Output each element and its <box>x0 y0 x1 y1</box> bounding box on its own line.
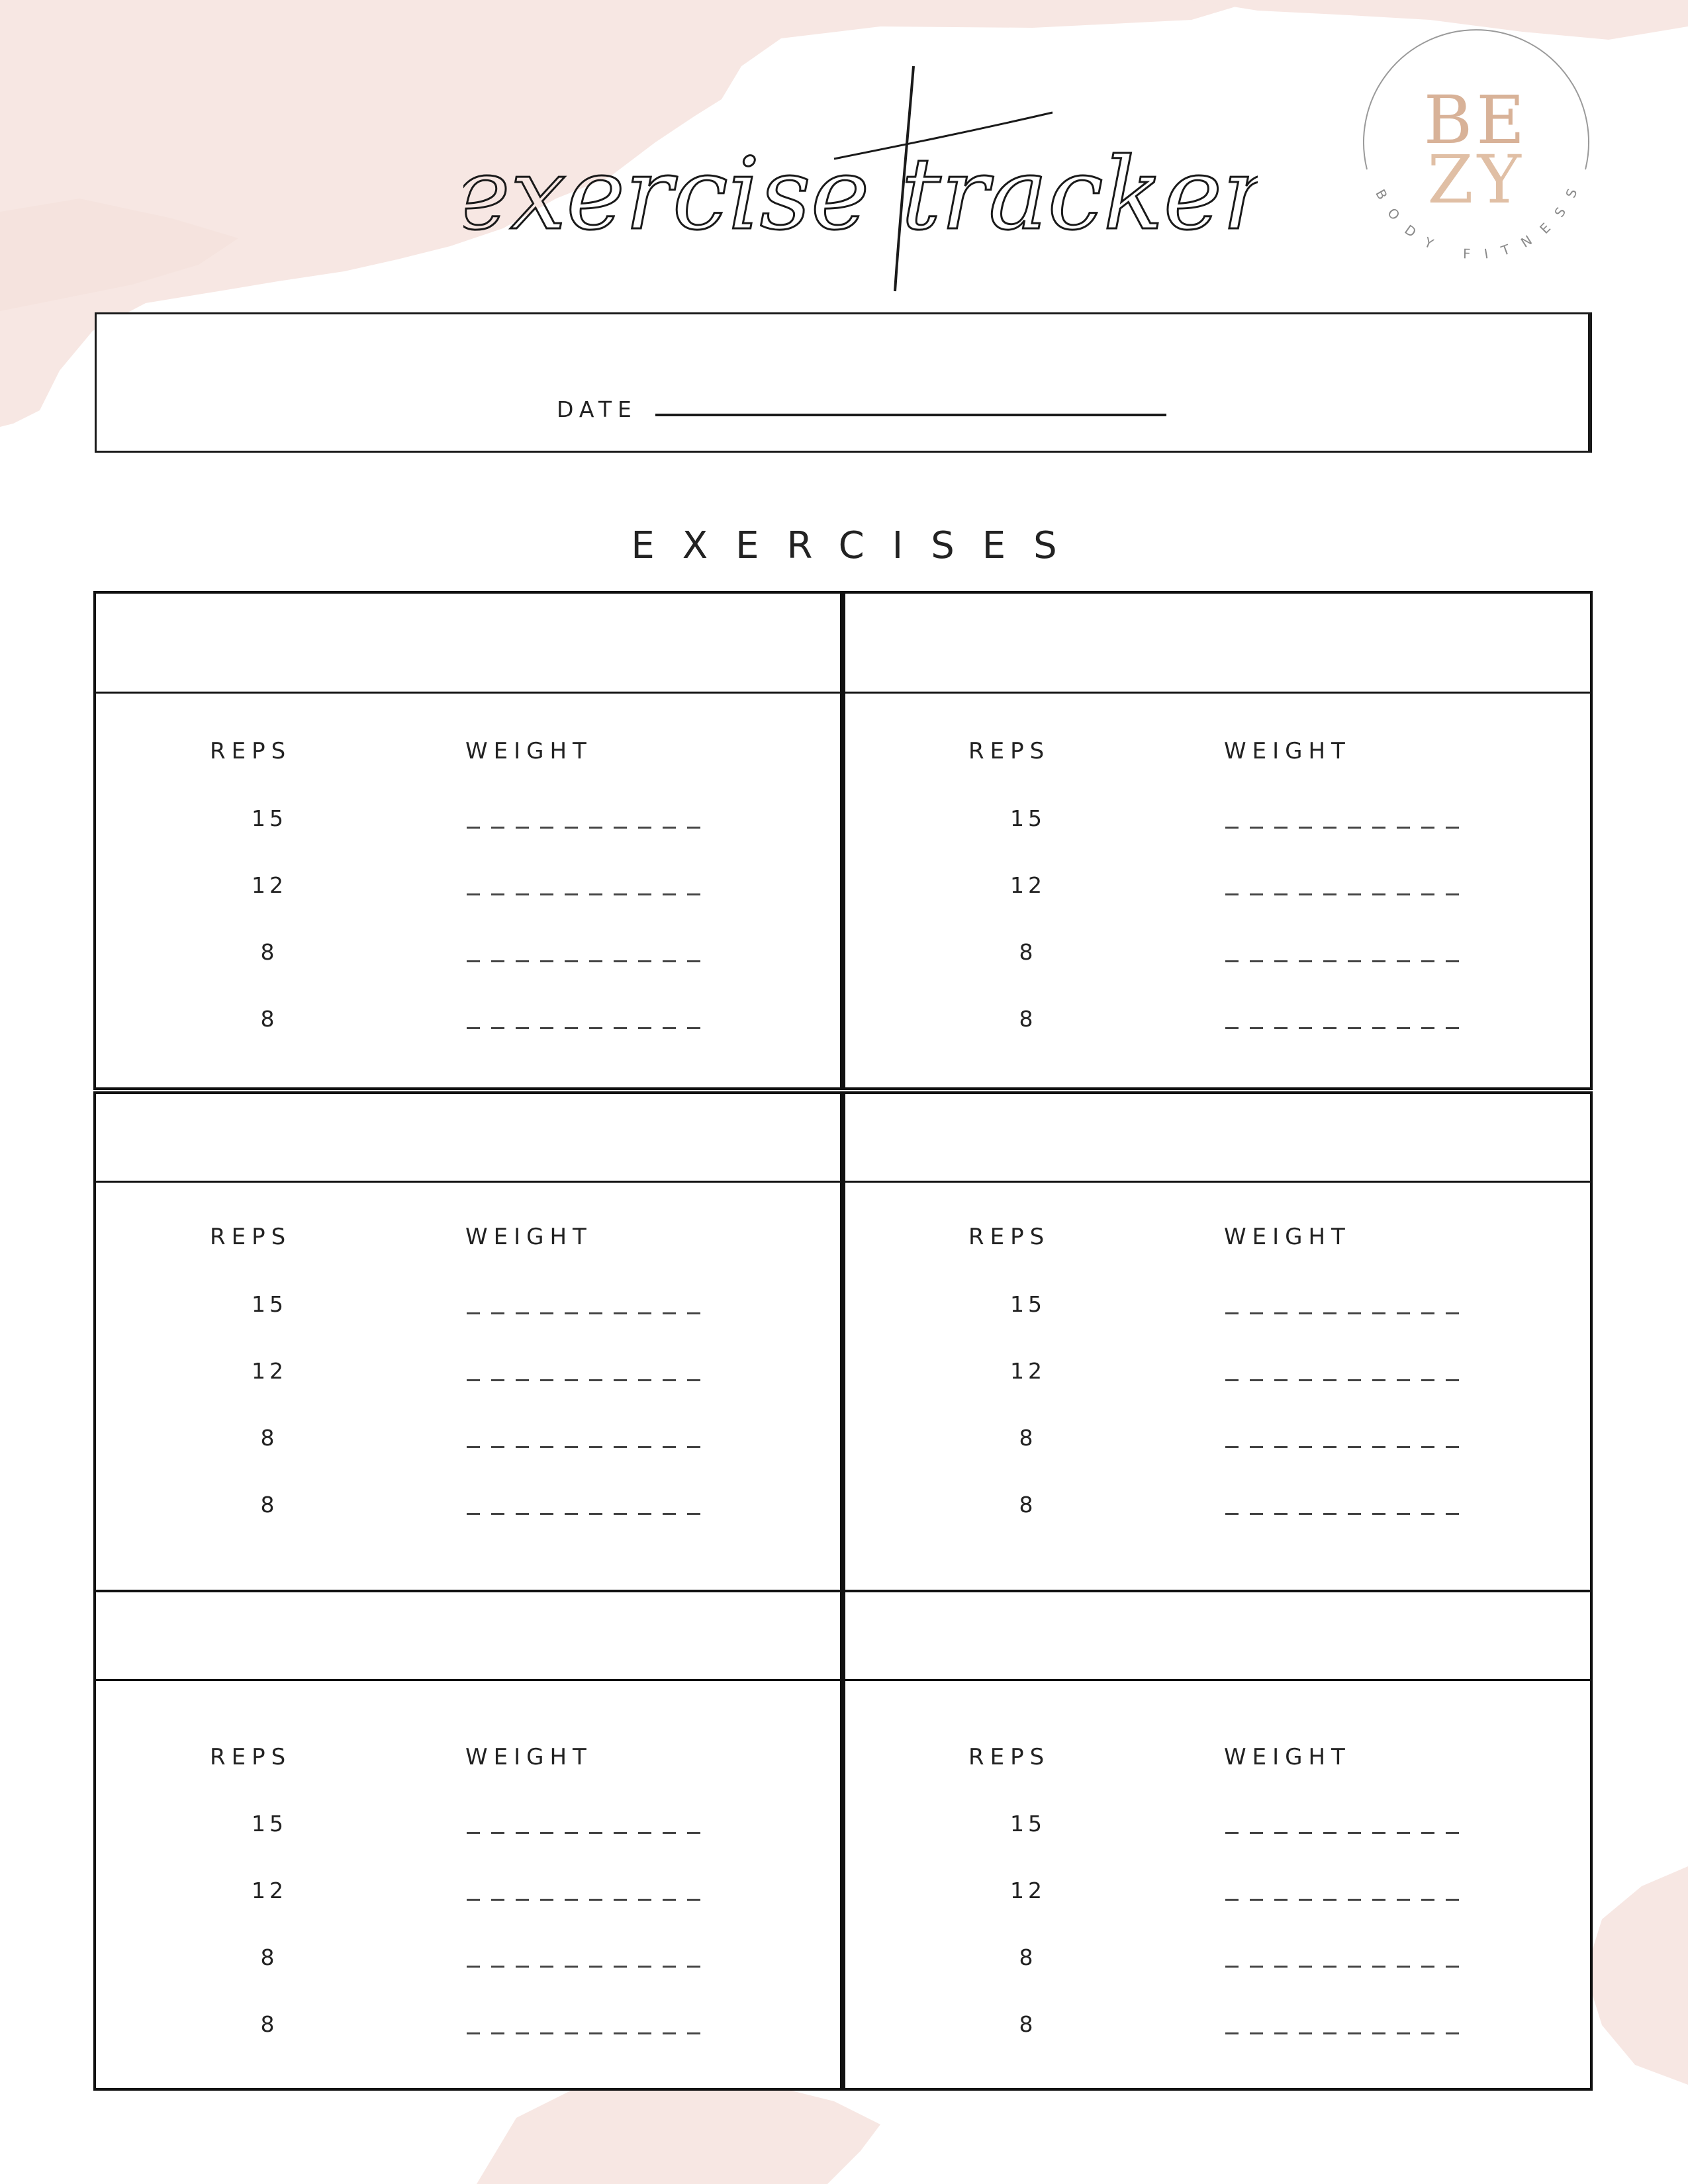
exercise-name-field[interactable] <box>96 1592 840 1681</box>
weight-input-blank[interactable] <box>467 1379 712 1381</box>
reps-value: 8 <box>1019 1492 1037 1518</box>
exercise-name-field[interactable] <box>96 1094 840 1183</box>
exercise-card: REPS WEIGHT 15 12 8 8 <box>93 591 843 1090</box>
reps-header: REPS <box>968 1744 1051 1770</box>
exercise-name-field[interactable] <box>845 1094 1590 1183</box>
reps-value: 8 <box>1019 1944 1037 1970</box>
exercise-name-field[interactable] <box>96 594 840 694</box>
logo-line-2: ZY <box>1427 141 1525 218</box>
reps-value: 8 <box>1019 939 1037 965</box>
exercises-heading: EXERCISES <box>631 524 1085 567</box>
reps-header: REPS <box>210 1224 292 1250</box>
reps-value: 8 <box>1019 1006 1037 1032</box>
date-input-line[interactable] <box>655 414 1166 416</box>
reps-value: 8 <box>260 1006 279 1032</box>
weight-input-blank[interactable] <box>467 2032 712 2034</box>
exercise-card: REPS WEIGHT 15 12 8 8 <box>843 591 1593 1090</box>
reps-value: 12 <box>1010 872 1046 898</box>
exercise-name-field[interactable] <box>845 594 1590 694</box>
weight-header: WEIGHT <box>465 1744 592 1770</box>
brush-stroke-bottom-center <box>477 2078 880 2184</box>
weight-input-blank[interactable] <box>1225 1832 1470 1834</box>
reps-value: 8 <box>260 1944 279 1970</box>
weight-input-blank[interactable] <box>1225 1027 1470 1029</box>
weight-input-blank[interactable] <box>467 1027 712 1029</box>
weight-input-blank[interactable] <box>1225 960 1470 962</box>
reps-header: REPS <box>968 1224 1051 1250</box>
reps-value: 12 <box>252 1358 287 1384</box>
reps-value: 8 <box>260 2011 279 2037</box>
weight-input-blank[interactable] <box>467 1312 712 1314</box>
brush-stroke-bottom-right <box>1585 1866 1688 2085</box>
page-title: exercise tracker <box>463 66 1258 292</box>
date-label: DATE <box>557 396 637 422</box>
weight-input-blank[interactable] <box>1225 1899 1470 1901</box>
date-box: DATE <box>95 312 1592 453</box>
weight-input-blank[interactable] <box>1225 893 1470 895</box>
reps-value: 15 <box>1010 1811 1046 1837</box>
weight-input-blank[interactable] <box>467 1513 712 1515</box>
reps-value: 15 <box>252 805 287 831</box>
weight-header: WEIGHT <box>1224 1744 1351 1770</box>
exercise-card: REPS WEIGHT 15 12 8 8 <box>93 1091 843 1592</box>
reps-value: 15 <box>1010 805 1046 831</box>
weight-input-blank[interactable] <box>467 960 712 962</box>
weight-input-blank[interactable] <box>467 1899 712 1901</box>
exercise-card: REPS WEIGHT 15 12 8 8 <box>843 1590 1593 2091</box>
weight-header: WEIGHT <box>1224 1224 1351 1250</box>
reps-value: 8 <box>260 1425 279 1451</box>
reps-value: 8 <box>260 939 279 965</box>
reps-value: 12 <box>1010 1878 1046 1903</box>
weight-input-blank[interactable] <box>1225 1966 1470 1968</box>
weight-input-blank[interactable] <box>1225 2032 1470 2034</box>
reps-header: REPS <box>210 1744 292 1770</box>
exercise-name-field[interactable] <box>845 1592 1590 1681</box>
reps-value: 15 <box>252 1811 287 1837</box>
weight-input-blank[interactable] <box>467 1446 712 1448</box>
bezy-logo: BE ZY BODY FITNESS <box>1363 29 1589 262</box>
reps-value: 12 <box>252 872 287 898</box>
exercise-card: REPS WEIGHT 15 12 8 8 <box>843 1091 1593 1592</box>
reps-value: 8 <box>1019 1425 1037 1451</box>
weight-header: WEIGHT <box>1224 738 1351 764</box>
exercise-card: REPS WEIGHT 15 12 8 8 <box>93 1590 843 2091</box>
weight-header: WEIGHT <box>465 738 592 764</box>
reps-value: 8 <box>1019 2011 1037 2037</box>
weight-input-blank[interactable] <box>467 893 712 895</box>
weight-header: WEIGHT <box>465 1224 592 1250</box>
reps-value: 12 <box>252 1878 287 1903</box>
reps-header: REPS <box>210 738 292 764</box>
reps-value: 15 <box>252 1291 287 1317</box>
weight-input-blank[interactable] <box>467 1832 712 1834</box>
weight-input-blank[interactable] <box>1225 1379 1470 1381</box>
weight-input-blank[interactable] <box>467 827 712 829</box>
reps-value: 8 <box>260 1492 279 1518</box>
reps-header: REPS <box>968 738 1051 764</box>
weight-input-blank[interactable] <box>1225 827 1470 829</box>
weight-input-blank[interactable] <box>467 1966 712 1968</box>
weight-input-blank[interactable] <box>1225 1513 1470 1515</box>
reps-value: 12 <box>1010 1358 1046 1384</box>
reps-value: 15 <box>1010 1291 1046 1317</box>
weight-input-blank[interactable] <box>1225 1446 1470 1448</box>
weight-input-blank[interactable] <box>1225 1312 1470 1314</box>
